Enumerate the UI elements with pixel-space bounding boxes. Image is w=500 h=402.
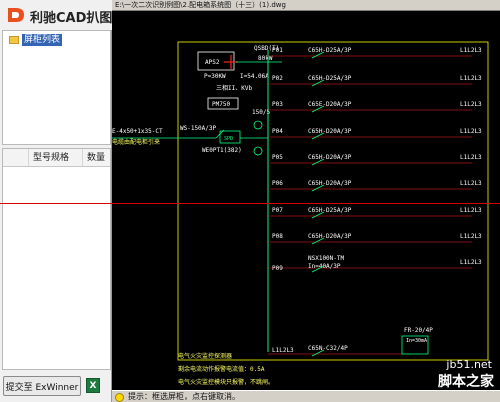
svg-text:L1L2L3: L1L2L3 (272, 347, 294, 354)
app-logo-icon (8, 8, 24, 22)
table-header: 型号规格 数量 (3, 149, 110, 167)
svg-text:L1L2L3: L1L2L3 (460, 259, 482, 266)
cable-note: 电缆由配电柜引来 (112, 138, 160, 146)
phase-label: 三相II、KVb (216, 84, 252, 92)
meter-label: PM750 (212, 101, 230, 108)
power-i: I=54.06A (240, 73, 269, 80)
circuit-p04: P04 C65H-D20A/3P L1L2L3 (268, 128, 482, 140)
circuit-p03: P03 C65E-D20A/3P L1L2L3 (268, 101, 482, 113)
submit-exwinner-button[interactable]: 提交至 ExWinner (3, 376, 81, 396)
app-title: 利驰CAD扒图 (30, 11, 113, 26)
svg-text:P03: P03 (272, 101, 283, 108)
svg-text:L1L2L3: L1L2L3 (460, 180, 482, 187)
circuit-bottom: L1L2L3 C65N-C32/4P FR-20/4P In=30mA (268, 327, 433, 357)
ct-coil-2 (253, 146, 263, 156)
svg-text:C65H-D20A/3P: C65H-D20A/3P (308, 128, 352, 135)
svg-text:C65H-D20A/3P: C65H-D20A/3P (308, 180, 352, 187)
svg-text:L1L2L3: L1L2L3 (460, 75, 482, 82)
spec-table[interactable]: 型号规格 数量 (2, 148, 111, 370)
watermark-brand: 脚本之家 (438, 374, 494, 390)
status-text: 提示：框选屏柜，点右键取消。 (128, 392, 240, 401)
svg-text:C65E-D20A/3P: C65E-D20A/3P (308, 101, 352, 108)
fire-title: 电气火灾监控探测器 (178, 352, 232, 360)
svg-text:P07: P07 (272, 207, 283, 214)
folder-icon (9, 36, 19, 44)
circuit-p01: P01 C65H-D25A/3P L1L2L3 (268, 47, 482, 59)
svg-text:L1L2L3: L1L2L3 (460, 207, 482, 214)
svg-text:L1L2L3: L1L2L3 (460, 154, 482, 161)
file-path-bar: E:\一次二次识别例图\2.配电箱系统图（十三）(1).dwg (112, 0, 500, 11)
cabinet-tree[interactable]: 屏柜列表 (2, 30, 111, 145)
circuit-p07: P07 C65H-D25A/3P L1L2L3 (268, 207, 482, 219)
svg-text:P04: P04 (272, 128, 283, 135)
horizontal-crosshair (0, 203, 500, 204)
svg-text:P05: P05 (272, 154, 283, 161)
circuit-p06: P06 C65H-D20A/3P L1L2L3 (268, 180, 482, 192)
svg-text:C65N-C32/4P: C65N-C32/4P (308, 345, 348, 352)
aps-label: APS2 (205, 59, 220, 66)
svg-text:NSX100N-TM: NSX100N-TM (308, 255, 345, 262)
column-header-model[interactable]: 型号规格 (29, 149, 83, 166)
svg-text:In=30mA: In=30mA (406, 338, 427, 344)
ct-coil-1 (253, 120, 263, 130)
svg-text:FR-20/4P: FR-20/4P (404, 327, 433, 334)
svg-text:L1L2L3: L1L2L3 (460, 233, 482, 240)
status-bar: 提示：框选屏柜，点右键取消。 (112, 390, 500, 402)
circuit-p02: P02 C65H-D25A/3P L1L2L3 (268, 75, 482, 87)
circuit-id: P01 (272, 47, 283, 54)
svg-text:L1L2L3: L1L2L3 (460, 128, 482, 135)
svg-text:C65H-D25A/3P: C65H-D25A/3P (308, 75, 352, 82)
watermark-site: jb51.net (446, 358, 492, 371)
schematic: APS2 QSBD(T) 80kW P=30KW I=54.06A 三相II、K… (112, 41, 489, 386)
svg-text:C65H-D20A/3P: C65H-D20A/3P (308, 154, 352, 161)
circuit-p05: P05 C65H-D20A/3P L1L2L3 (268, 154, 482, 166)
cad-drawing-canvas[interactable]: APS2 QSBD(T) 80kW P=30KW I=54.06A 三相II、K… (112, 0, 500, 402)
cable-in: E-4x50+1x35-CT (112, 128, 163, 135)
circuit-load: L1L2L3 (460, 47, 482, 54)
breaker-main: WS-150A/3P (180, 125, 217, 132)
fire-line1: 剩余电流动作报警电流值：0.5A (178, 365, 265, 373)
excel-icon[interactable]: X (86, 378, 100, 393)
app-header: 利驰CAD扒图 (0, 0, 112, 30)
breaker-model: WE0PT1(382) (202, 147, 242, 154)
spd-label: SPD (224, 136, 233, 142)
info-icon (115, 393, 124, 402)
svg-text:P06: P06 (272, 180, 283, 187)
power-p: P=30KW (204, 73, 226, 80)
svg-text:C65H-D25A/3P: C65H-D25A/3P (308, 207, 352, 214)
svg-text:C65H-D20A/3P: C65H-D20A/3P (308, 233, 352, 240)
svg-text:In=40A/3P: In=40A/3P (308, 263, 341, 270)
circuit-spec: C65H-D25A/3P (308, 47, 352, 54)
circuit-p08: P08 C65H-D20A/3P L1L2L3 (268, 233, 482, 245)
svg-text:P08: P08 (272, 233, 283, 240)
fire-line2: 电气火灾监控模块只报警，不跳闸。 (178, 378, 274, 386)
tree-item-root[interactable]: 屏柜列表 (9, 33, 63, 47)
left-panel: 利驰CAD扒图 屏柜列表 型号规格 数量 提交至 ExWinner X (0, 0, 112, 402)
file-path: E:\一次二次识别例图\2.配电箱系统图（十三）(1).dwg (115, 1, 286, 9)
svg-text:P02: P02 (272, 75, 283, 82)
svg-text:L1L2L3: L1L2L3 (460, 101, 482, 108)
circuit-p09: P09 NSX100N-TM In=40A/3P L1L2L3 (268, 255, 482, 273)
svg-text:P09: P09 (272, 265, 283, 272)
tree-item-label: 屏柜列表 (22, 34, 63, 46)
column-header-qty[interactable]: 数量 (83, 149, 110, 166)
column-header-index[interactable] (3, 149, 29, 166)
